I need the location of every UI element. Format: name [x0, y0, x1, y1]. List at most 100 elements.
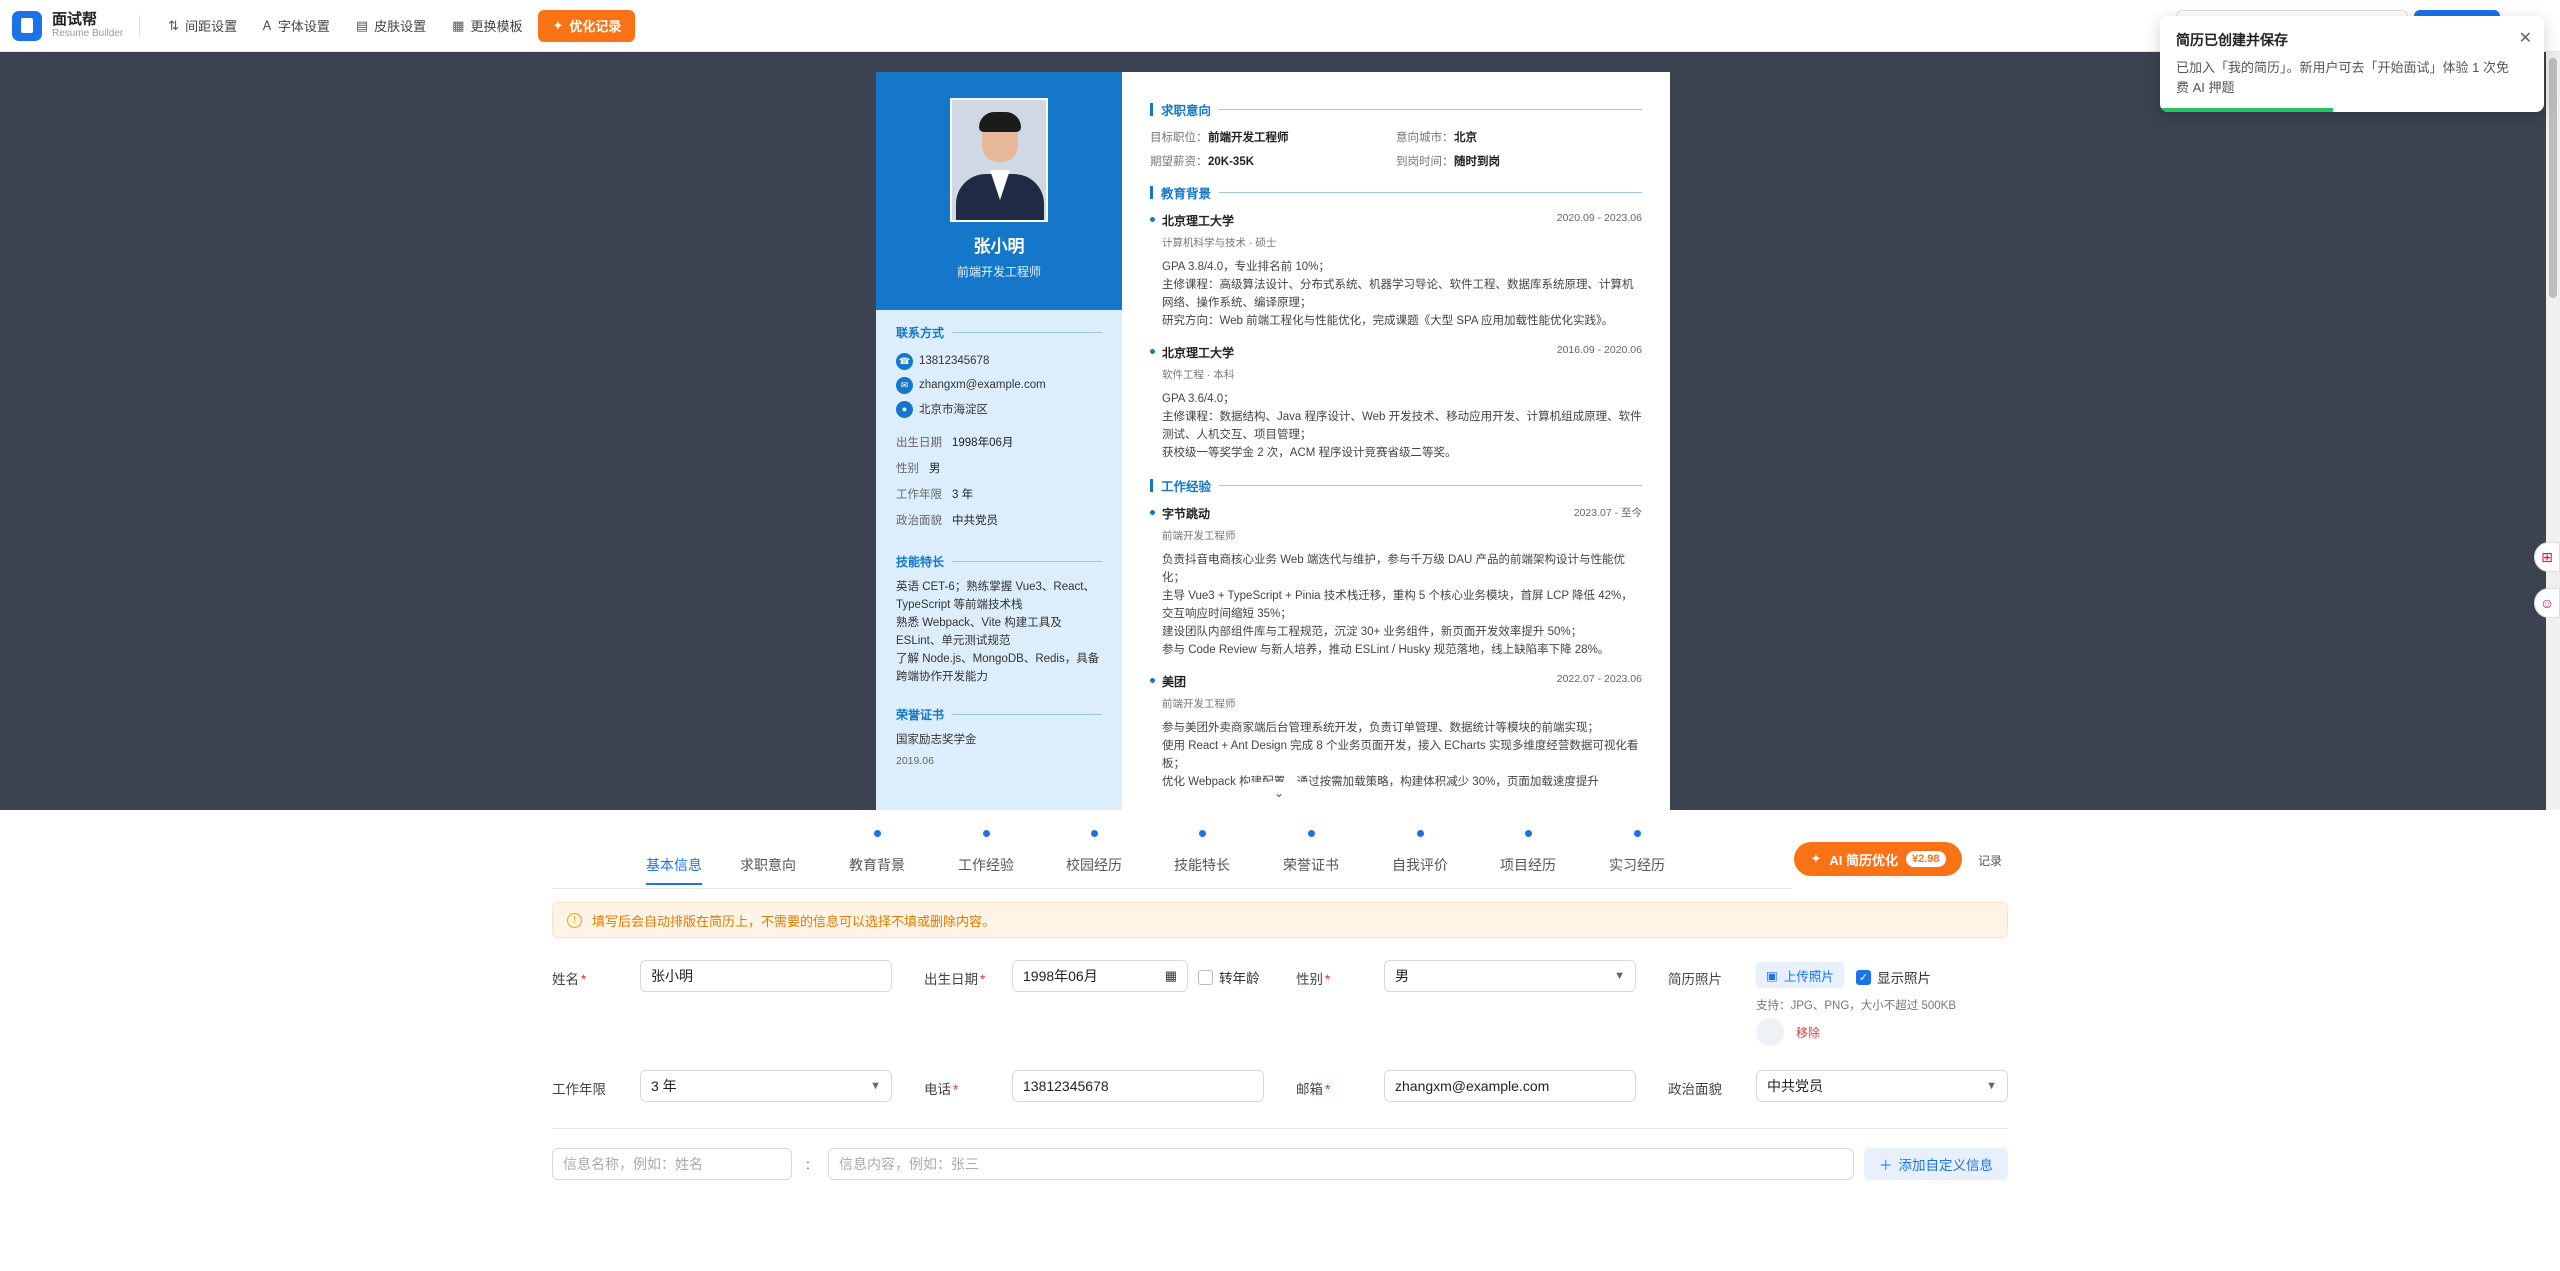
optimize-record-button[interactable]: ✦ 优化记录	[538, 9, 636, 42]
email-field[interactable]: zhangxm@example.com	[1384, 1070, 1636, 1102]
change-template-label: 更换模板	[470, 19, 523, 34]
filled-dot-icon	[873, 830, 881, 837]
honor-date: 2019.06	[896, 755, 934, 767]
notice-text: 填写后会自动排版在简历上，不需要的信息可以选择不填或删除内容。	[592, 913, 996, 929]
edu-school: 北京理工大学	[1150, 212, 1234, 229]
honor-section: 荣誉证书 国家励志奖学金 2019.06	[876, 706, 1122, 767]
close-icon[interactable]: ✕	[2519, 28, 2532, 48]
edu-date: 2020.09 - 2023.06	[1556, 212, 1642, 224]
resume-preview-area: 张小明 前端开发工程师 联系方式 ☎ 13812345678 ✉ zhangxm@e…	[0, 52, 2560, 810]
change-template-button[interactable]: ▦ 更换模板	[442, 10, 532, 42]
tab-projects[interactable]: 项目经历	[1478, 822, 1578, 888]
photo-hint: 支持：JPG、PNG，大小不超过 500KB	[1756, 1000, 1957, 1012]
skin-settings-button[interactable]: ▤ 皮肤设置	[346, 10, 436, 42]
birth-date-input[interactable]: 1998年06月 ▦	[1012, 960, 1188, 992]
upload-photo-label: 上传照片	[1783, 969, 1834, 984]
custom-info-value-input[interactable]: 信息内容，例如：张三	[828, 1148, 1854, 1180]
font-settings-label: 字体设置	[277, 19, 330, 34]
tab-campus[interactable]: 校园经历	[1044, 822, 1144, 888]
email-label: 邮箱 *	[1296, 1082, 1331, 1097]
font-settings-button[interactable]: Ꭺ 字体设置	[253, 10, 340, 42]
skills-text: 英语 CET-6；熟练掌握 Vue3、React、TypeScript 等前端技…	[896, 581, 1100, 683]
app-subtitle: Resume Builder	[52, 28, 124, 40]
collapse-preview-button[interactable]: ⌄	[1246, 782, 1312, 804]
chevron-down-icon: ▼	[1986, 1080, 1997, 1092]
info-notice: ! 填写后会自动排版在简历上，不需要的信息可以选择不填或删除内容。	[552, 902, 2008, 938]
edu-school: 北京理工大学	[1150, 344, 1234, 361]
phone-icon: ☎	[896, 352, 913, 370]
work-date: 2022.07 - 2023.06	[1556, 673, 1642, 685]
spacing-icon: ⇅	[168, 17, 180, 33]
tab-job-intent[interactable]: 求职意向	[718, 822, 818, 888]
tab-work-experience[interactable]: 工作经验	[936, 822, 1036, 888]
tab-basic-info[interactable]: 基本信息	[624, 822, 724, 888]
political-label: 政治面貌	[1668, 1082, 1722, 1097]
name-label: 姓名 *	[552, 972, 587, 987]
age-toggle-checkbox[interactable]: 转年龄	[1198, 967, 1260, 987]
tab-internship[interactable]: 实习经历	[1587, 822, 1687, 888]
gender-label: 性别 *	[1296, 972, 1331, 987]
tab-honors[interactable]: 荣誉证书	[1261, 822, 1361, 888]
phone-label: 电话 *	[924, 1082, 959, 1097]
political-select[interactable]: 中共党员 ▼	[1756, 1070, 2008, 1102]
contact-email-value: zhangxm@example.com	[919, 379, 1046, 391]
edu-date: 2016.09 - 2020.06	[1556, 344, 1642, 356]
upload-photo-button[interactable]: ▣ 上传照片	[1756, 962, 1844, 988]
honor-section-title: 荣誉证书	[896, 706, 1102, 723]
intent-item: 目标职位：前端开发工程师	[1150, 132, 1289, 144]
checkbox-icon	[1198, 969, 1213, 985]
show-photo-label: 显示照片	[1877, 971, 1931, 986]
work-position: 前端开发工程师	[1162, 698, 1236, 710]
spacing-settings-button[interactable]: ⇅ 间距设置	[158, 10, 247, 42]
skin-icon: ▤	[355, 17, 369, 33]
toolbar-divider	[139, 14, 141, 37]
phone-input[interactable]: 13812345678	[1012, 1070, 1264, 1102]
custom-info-name-input[interactable]: 信息名称，例如：姓名	[552, 1148, 792, 1180]
info-years: 工作年限 3 年	[896, 489, 974, 501]
resume-right-column: 求职意向 目标职位：前端开发工程师 意向城市：北京 期望薪资：20K-35K 到…	[1122, 72, 1670, 810]
preview-scrollbar[interactable]	[2546, 52, 2560, 810]
spacing-settings-label: 间距设置	[185, 19, 238, 34]
work-years-select[interactable]: 3 年 ▼	[640, 1070, 892, 1102]
toast-title: 简历已创建并保存	[2176, 32, 2288, 48]
tab-skills[interactable]: 技能特长	[1152, 822, 1252, 888]
form-divider	[552, 1128, 2008, 1129]
contact-email: ✉ zhangxm@example.com	[896, 373, 1102, 397]
show-photo-checkbox[interactable]: ✓ 显示照片	[1856, 967, 1931, 987]
toast-message: 已加入「我的简历」。新用户可去「开始面试」体验 1 次免费 AI 押题	[2176, 60, 2509, 95]
ai-optimize-button[interactable]: ✦ AI 简历优化 ¥2.98	[1794, 842, 1962, 876]
resume-photo	[950, 98, 1048, 222]
edu-major: 计算机科学与技术 · 硕士	[1162, 237, 1277, 249]
filled-dot-icon	[1307, 830, 1315, 837]
save-toast: 简历已创建并保存 已加入「我的简历」。新用户可去「开始面试」体验 1 次免费 A…	[2160, 16, 2544, 112]
font-icon: Ꭺ	[263, 17, 272, 33]
remove-photo-link[interactable]: 移除	[1796, 1024, 1820, 1041]
work-description: 参与美团外卖商家端后台管理系统开发，负责订单管理、数据统计等模块的前端实现； 使…	[1162, 722, 1639, 788]
add-custom-info-button[interactable]: ＋ 添加自定义信息	[1864, 1148, 2008, 1180]
side-tool-button[interactable]: ⊞	[2534, 542, 2560, 572]
work-description: 负责抖音电商核心业务 Web 端迭代与维护，参与千万级 DAU 产品的前端架构设…	[1162, 554, 1633, 656]
side-assistant-button[interactable]: ☺	[2534, 588, 2560, 618]
edu-section-title: 教育背景	[1150, 183, 1642, 202]
name-input[interactable]: 张小明	[640, 960, 892, 992]
optimize-record-label: 优化记录	[569, 19, 622, 34]
scrollbar-thumb[interactable]	[2549, 58, 2557, 298]
contact-section-title: 联系方式	[896, 324, 1102, 341]
gender-value: 男	[1395, 968, 1409, 984]
info-birth: 出生日期 1998年06月	[896, 437, 1014, 449]
resume-name: 张小明	[973, 237, 1025, 256]
tab-self-evaluation[interactable]: 自我评价	[1370, 822, 1470, 888]
record-link[interactable]: 记录	[1978, 852, 2002, 869]
sparkle-icon: ✦	[1810, 851, 1822, 866]
calendar-icon[interactable]: ▦	[1165, 968, 1177, 984]
contact-section: 联系方式 ☎ 13812345678 ✉ zhangxm@example.com ●…	[876, 324, 1122, 533]
info-icon: !	[567, 912, 582, 928]
skills-section: 技能特长 英语 CET-6；熟练掌握 Vue3、React、TypeScript…	[876, 553, 1122, 686]
gender-select[interactable]: 男 ▼	[1384, 960, 1636, 992]
tab-education[interactable]: 教育背景	[827, 822, 927, 888]
template-grid-icon: ▦	[452, 17, 465, 33]
image-icon: ▣	[1766, 968, 1778, 983]
intent-item: 到岗时间：随时到岗	[1396, 156, 1500, 168]
filled-dot-icon	[1090, 830, 1098, 837]
political-value: 中共党员	[1767, 1078, 1823, 1094]
